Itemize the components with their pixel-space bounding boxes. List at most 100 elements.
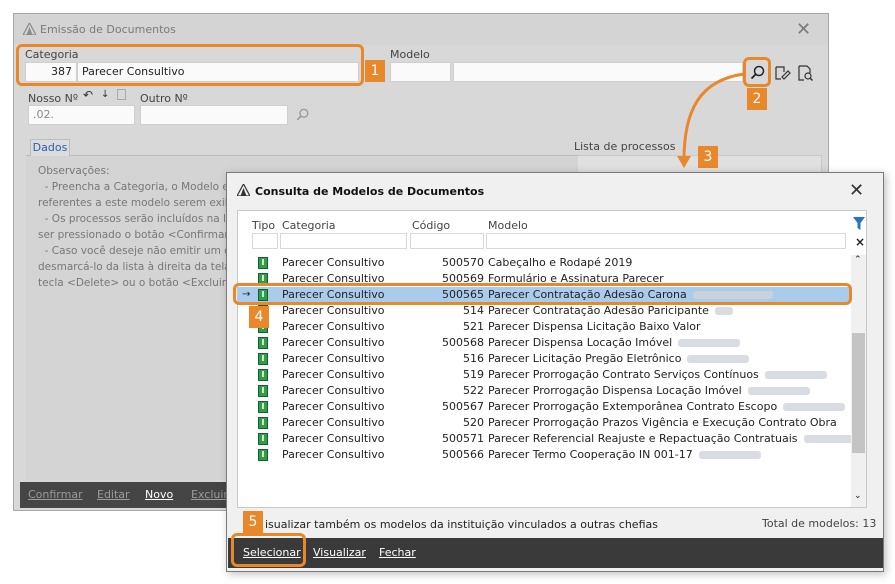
row-codigo: 522 (463, 384, 484, 397)
dialog-footer: Selecionar Visualizar Fechar (228, 538, 883, 568)
row-modelo: Parecer Dispensa Locação Imóvel (488, 335, 741, 351)
row-modelo: Parecer Prorrogação Extemporânea Contrat… (488, 399, 846, 415)
badge-3: 3 (698, 146, 718, 168)
table-row[interactable]: I Parecer Consultivo 520 Parecer Prorrogaçã… (238, 415, 851, 431)
document-type-icon: I (258, 369, 268, 381)
row-modelo-text: Parecer Prorrogação Contrato Serviços Co… (488, 368, 759, 381)
filter-codigo[interactable] (410, 233, 484, 249)
document-type-icon: I (258, 385, 268, 397)
redacted-text (678, 339, 741, 347)
row-categoria: Parecer Consultivo (282, 416, 385, 429)
row-modelo-text: Parecer Prorrogação Extemporânea Contrat… (488, 400, 778, 413)
redacted-text (764, 371, 827, 379)
redacted-text (687, 355, 750, 363)
row-categoria: Parecer Consultivo (282, 384, 385, 397)
row-categoria: Parecer Consultivo (282, 304, 385, 317)
total-models-label: Total de modelos: 13 (762, 517, 877, 530)
row-categoria: Parecer Consultivo (282, 336, 385, 349)
row-codigo: 500566 (442, 448, 484, 461)
row-codigo: 514 (463, 304, 484, 317)
row-codigo: 500568 (442, 336, 484, 349)
table-row[interactable]: I Parecer Consultivo 500567 Parecer Prorrog… (238, 399, 851, 415)
row-modelo: Parecer Termo Cooperação IN 001-17 (488, 447, 761, 463)
models-grid: Tipo Categoria Código Modelo × I Parecer … (237, 210, 867, 508)
col-header-tipo[interactable]: Tipo (252, 219, 275, 232)
redacted-text (714, 307, 733, 315)
row-categoria: Parecer Consultivo (282, 352, 385, 365)
row-codigo: 500567 (442, 400, 484, 413)
row-modelo: Parecer Prorrogação Prazos Vigência e Ex… (488, 415, 837, 431)
badge-4: 4 (249, 306, 269, 328)
row-modelo: Parecer Licitação Pregão Eletrônico (488, 351, 750, 367)
clear-filter-icon[interactable]: × (855, 235, 865, 249)
row-modelo-text: Parecer Termo Cooperação IN 001-17 (488, 448, 693, 461)
scrollbar-thumb[interactable] (852, 333, 865, 453)
row-modelo: Cabeçalho e Rodapé 2019 (488, 255, 632, 271)
table-row[interactable]: I Parecer Consultivo 516 Parecer Licitação … (238, 351, 851, 367)
visualizar-button[interactable]: Visualizar (313, 546, 366, 559)
filter-categoria[interactable] (280, 233, 407, 249)
badge-5: 5 (243, 511, 263, 533)
row-modelo: Parecer Prorrogação Contrato Serviços Co… (488, 367, 827, 383)
vertical-scrollbar[interactable]: ⌃ ⌄ (851, 255, 866, 507)
dialog-title-bar: Consulta de Modelos de Documentos ✕ (227, 173, 883, 207)
row-categoria: Parecer Consultivo (282, 368, 385, 381)
row-categoria: Parecer Consultivo (282, 400, 385, 413)
table-row[interactable]: IParecer Consultivo514Parecer Contrataçã… (238, 303, 851, 319)
row-modelo: Parecer Prorrogação Dispensa Locação Imó… (488, 383, 810, 399)
redacted-text (698, 451, 761, 459)
filter-modelo[interactable] (486, 233, 846, 249)
document-type-icon: I (258, 401, 268, 413)
table-row[interactable]: I Parecer Consultivo 500568 Parecer Dispens… (238, 335, 851, 351)
consulta-modelos-dialog: Consulta de Modelos de Documentos ✕ Tipo… (226, 172, 884, 572)
row-codigo: 519 (463, 368, 484, 381)
table-row[interactable]: I Parecer Consultivo 522 Parecer Prorrogaçã… (238, 383, 851, 399)
col-header-codigo[interactable]: Código (412, 219, 450, 232)
table-row[interactable]: I Parecer Consultivo 500566 Parecer Termo C… (238, 447, 851, 463)
row-codigo: 516 (463, 352, 484, 365)
scroll-down-icon[interactable]: ⌄ (854, 491, 862, 501)
redacted-text (783, 403, 846, 411)
document-type-icon: I (258, 433, 268, 445)
filter-icon[interactable] (853, 217, 865, 230)
app-logo-icon (237, 184, 250, 196)
row-modelo-text: Parecer Licitação Pregão Eletrônico (488, 352, 682, 365)
row-modelo-text: Parecer Prorrogação Prazos Vigência e Ex… (488, 416, 837, 429)
row-modelo-text: Cabeçalho e Rodapé 2019 (488, 256, 633, 269)
filter-tipo[interactable] (252, 233, 278, 249)
document-type-icon: I (258, 257, 268, 269)
dialog-close-icon[interactable]: ✕ (849, 180, 864, 201)
document-type-icon: I (258, 449, 268, 461)
highlight-selected-row (233, 283, 852, 305)
table-row[interactable]: I Parecer Consultivo 500570 Cabeçalho e Rod… (238, 255, 851, 271)
col-header-modelo[interactable]: Modelo (488, 219, 528, 232)
row-modelo-text: Parecer Dispensa Licitação Baixo Valor (488, 320, 701, 333)
dialog-title: Consulta de Modelos de Documentos (255, 185, 485, 198)
table-row[interactable]: I Parecer Consultivo 500571 Parecer Referen… (238, 431, 866, 447)
scroll-up-icon[interactable]: ⌃ (854, 255, 862, 265)
row-modelo: Parecer Referencial Reajuste e Repactuaç… (488, 431, 866, 447)
table-row[interactable]: I Parecer Consultivo 519 Parecer Prorrogaçã… (238, 367, 851, 383)
row-categoria: Parecer Consultivo (282, 320, 385, 333)
table-row[interactable]: IParecer Consultivo521Parecer Dispensa L… (238, 319, 851, 335)
row-modelo-text: Parecer Contratação Adesão Paricipante (488, 304, 709, 317)
document-type-icon: I (258, 353, 268, 365)
row-categoria: Parecer Consultivo (282, 256, 385, 269)
document-type-icon: I (258, 337, 268, 349)
row-codigo: 500570 (442, 256, 484, 269)
row-categoria: Parecer Consultivo (282, 448, 385, 461)
redacted-text (747, 387, 810, 395)
col-header-categoria[interactable]: Categoria (282, 219, 336, 232)
highlight-selecionar (231, 533, 306, 567)
row-modelo: Parecer Contratação Adesão Paricipante (488, 303, 733, 319)
row-codigo: 521 (463, 320, 484, 333)
row-modelo-text: Parecer Prorrogação Dispensa Locação Imó… (488, 384, 742, 397)
document-type-icon: I (258, 417, 268, 429)
fechar-button[interactable]: Fechar (379, 546, 416, 559)
show-other-models-label[interactable]: isualizar também os modelos da instituiç… (265, 518, 658, 531)
row-modelo: Parecer Dispensa Licitação Baixo Valor (488, 319, 701, 335)
row-categoria: Parecer Consultivo (282, 432, 385, 445)
row-modelo-text: Parecer Referencial Reajuste e Repactuaç… (488, 432, 798, 445)
row-codigo: 500571 (442, 432, 484, 445)
row-codigo: 520 (463, 416, 484, 429)
